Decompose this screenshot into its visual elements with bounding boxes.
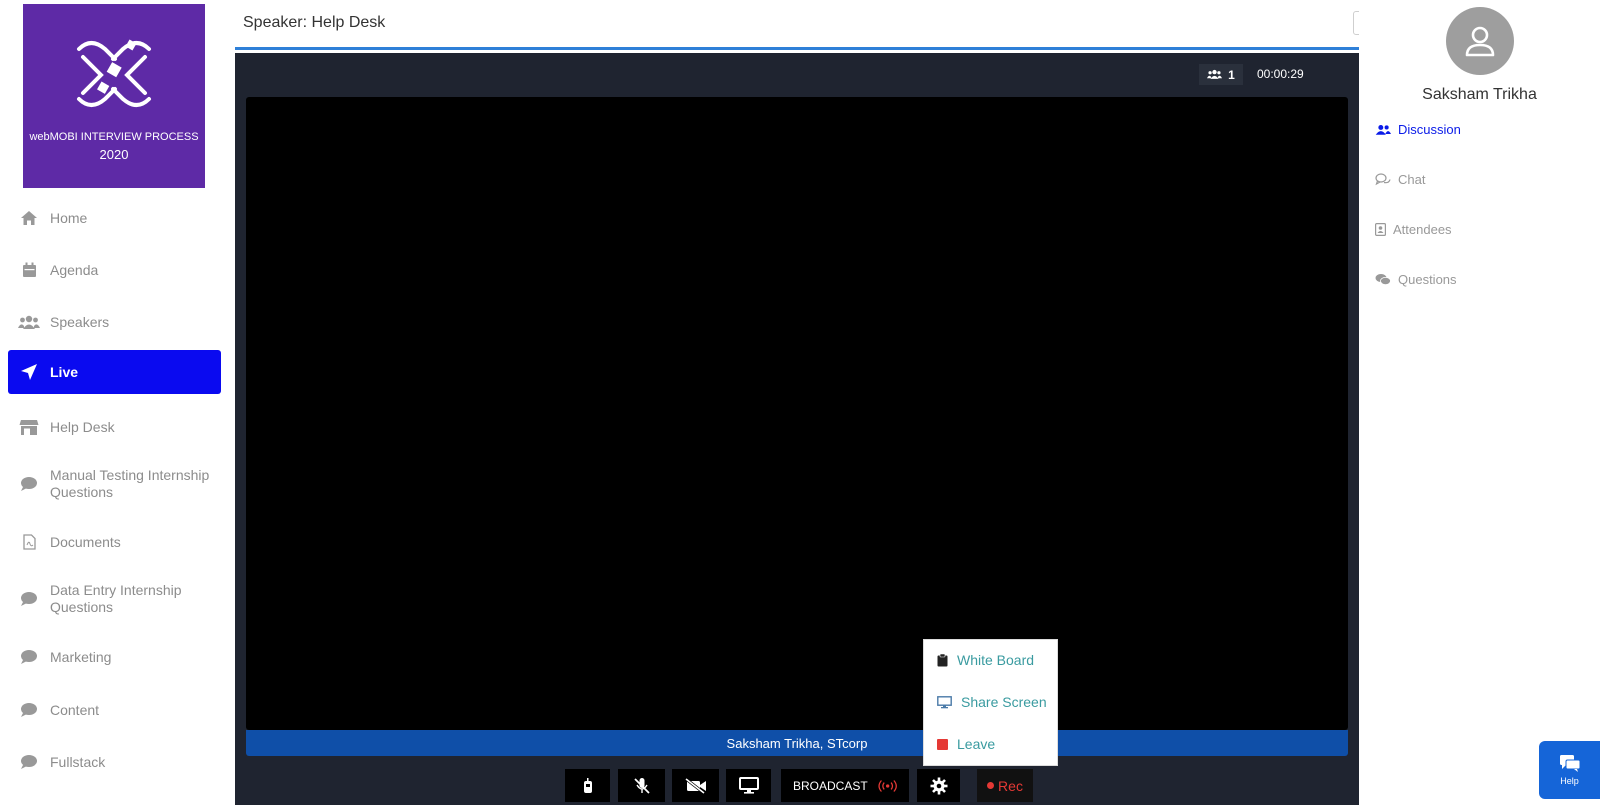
- camera-toggle-button[interactable]: [672, 769, 719, 802]
- sidebar-item-documents[interactable]: Documents: [8, 526, 221, 558]
- logo-event-name: webMOBI INTERVIEW PROCESS: [29, 131, 199, 143]
- pdf-file-icon: [8, 534, 50, 550]
- sidebar-item-fullstack[interactable]: Fullstack: [8, 746, 221, 778]
- tab-label: Discussion: [1398, 122, 1461, 137]
- sidebar-item-speakers[interactable]: Speakers: [8, 306, 221, 338]
- broadcast-label: BROADCAST: [793, 778, 868, 793]
- tab-discussion[interactable]: Discussion: [1375, 122, 1461, 137]
- sidebar-item-help-desk[interactable]: Help Desk: [8, 411, 221, 443]
- gear-icon: [930, 777, 947, 794]
- avatar: [1446, 7, 1514, 75]
- right-panel: Saksham Trikha Discussion Chat Attendees…: [1359, 0, 1600, 805]
- sidebar-item-home[interactable]: Home: [8, 202, 221, 234]
- tab-label: Attendees: [1393, 222, 1452, 237]
- sidebar: webMOBI INTERVIEW PROCESS 2020 Home Agen…: [0, 0, 230, 805]
- walkie-talkie-icon: [583, 777, 592, 793]
- comment-icon: [8, 649, 50, 665]
- session-timer: 00:00:29: [1257, 67, 1304, 81]
- sidebar-item-label: Speakers: [50, 313, 110, 330]
- logo-event-year: 2020: [99, 147, 129, 162]
- sidebar-item-label: Home: [50, 209, 88, 226]
- sidebar-item-label: Manual Testing Internship Questions: [50, 467, 210, 500]
- video-feed[interactable]: [246, 97, 1348, 730]
- comment-icon: [8, 702, 50, 718]
- event-logo: webMOBI INTERVIEW PROCESS 2020: [23, 4, 205, 188]
- comment-icon: [8, 754, 50, 770]
- participant-count-badge: 1: [1199, 64, 1243, 85]
- menu-item-leave[interactable]: Leave: [924, 724, 1059, 764]
- record-label: Rec: [998, 777, 1023, 794]
- sidebar-item-label: Documents: [50, 533, 121, 550]
- sidebar-item-label: Help Desk: [50, 418, 115, 435]
- sidebar-item-label: Fullstack: [50, 753, 106, 770]
- calendar-icon: [8, 262, 50, 278]
- desktop-icon: [937, 695, 952, 708]
- header-bar: Speaker: Help Desk: [235, 0, 1359, 50]
- sidebar-item-live[interactable]: Live: [8, 350, 221, 394]
- menu-item-label: Leave: [957, 736, 996, 752]
- users-icon: [1207, 69, 1223, 79]
- logo-emblem-icon: [77, 39, 151, 107]
- chat-help-icon: [1559, 755, 1580, 772]
- record-dot-icon: [987, 782, 995, 789]
- screen-share-button[interactable]: [726, 769, 771, 802]
- menu-item-white-board[interactable]: White Board: [924, 640, 1059, 680]
- menu-item-label: Share Screen: [961, 694, 1047, 710]
- home-icon: [8, 210, 50, 226]
- menu-item-label: White Board: [957, 652, 1035, 668]
- menu-item-share-screen[interactable]: Share Screen: [924, 682, 1059, 722]
- help-label: Help: [1560, 776, 1579, 786]
- sidebar-item-label: Marketing: [50, 648, 112, 665]
- sidebar-item-data-entry[interactable]: Data Entry Internship Questions: [8, 579, 221, 619]
- sidebar-item-label: Data Entry Internship Questions: [50, 582, 182, 615]
- broadcast-signal-icon: [878, 779, 897, 792]
- app-root: webMOBI INTERVIEW PROCESS 2020 Home Agen…: [0, 0, 1600, 805]
- help-button[interactable]: Help: [1539, 741, 1600, 799]
- tab-questions[interactable]: Questions: [1375, 272, 1457, 287]
- settings-button[interactable]: [917, 769, 960, 802]
- broadcast-button[interactable]: BROADCAST: [781, 769, 909, 802]
- user-icon: [1465, 26, 1495, 57]
- walkie-talkie-button[interactable]: [565, 769, 610, 802]
- live-stage: 1 00:00:29 Saksham Trikha, STcorp BROADC…: [235, 53, 1359, 805]
- sidebar-item-label: Content: [50, 701, 100, 718]
- sidebar-item-agenda[interactable]: Agenda: [8, 254, 221, 286]
- participant-count: 1: [1228, 67, 1235, 82]
- users-icon: [8, 315, 50, 330]
- comment-icon: [8, 591, 50, 607]
- page-title: Speaker: Help Desk: [243, 14, 386, 31]
- sidebar-item-manual-testing[interactable]: Manual Testing Internship Questions: [8, 464, 221, 504]
- profile-name: Saksham Trikha: [1422, 86, 1537, 103]
- mute-microphone-button[interactable]: [618, 769, 665, 802]
- users-icon: [1375, 124, 1391, 135]
- store-icon: [8, 419, 50, 436]
- record-button[interactable]: Rec: [977, 769, 1033, 802]
- stop-square-icon: [937, 738, 948, 750]
- sidebar-item-label: Live: [50, 363, 79, 380]
- tab-label: Questions: [1398, 272, 1457, 287]
- paper-plane-icon: [8, 363, 50, 381]
- clipboard-icon: [937, 653, 948, 666]
- tab-chat[interactable]: Chat: [1375, 172, 1425, 187]
- sidebar-item-content[interactable]: Content: [8, 694, 221, 726]
- speaker-name-bar: Saksham Trikha, STcorp: [246, 730, 1348, 756]
- address-book-icon: [1375, 223, 1386, 236]
- microphone-slash-icon: [633, 777, 650, 794]
- video-slash-icon: [684, 777, 706, 794]
- tab-attendees[interactable]: Attendees: [1375, 222, 1452, 237]
- comments-icon: [1375, 274, 1391, 285]
- sidebar-item-label: Agenda: [50, 261, 99, 278]
- tab-label: Chat: [1398, 172, 1426, 187]
- chat-bubbles-icon: [1375, 173, 1391, 186]
- sidebar-item-marketing[interactable]: Marketing: [8, 641, 221, 673]
- desktop-icon: [738, 777, 759, 794]
- settings-dropdown-menu: White Board Share Screen Leave: [923, 639, 1058, 766]
- comment-icon: [8, 476, 50, 492]
